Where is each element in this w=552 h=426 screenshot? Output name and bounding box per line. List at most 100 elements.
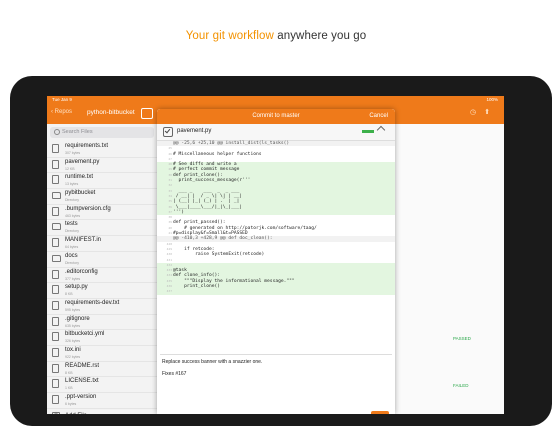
file-icon [52, 285, 59, 295]
file-name: tox.ini [65, 346, 81, 353]
file-name: requirements.txt [65, 143, 109, 149]
back-button[interactable]: ‹ Repos [51, 109, 72, 115]
file-name: requirements-dev.txt [65, 299, 120, 306]
file-icon [52, 269, 59, 279]
file-size: 12 KB [65, 166, 75, 171]
search-placeholder: Search Files [62, 129, 93, 135]
repo-title: python-bitbucket [87, 109, 135, 116]
file-name: LICENSE.txt [65, 378, 99, 385]
file-size: 463 bytes [65, 213, 81, 218]
marketing-headline: Your git workflow anywhere you go [0, 30, 552, 42]
file-row[interactable]: .bumpversion.cfg 463 bytes [47, 205, 157, 221]
search-field[interactable]: Search Files [50, 127, 154, 138]
file-size: 13 bytes [65, 182, 79, 187]
file-icon [52, 300, 59, 310]
file-row[interactable]: pavement.py 12 KB [47, 158, 157, 174]
file-row[interactable]: tests Directory [47, 220, 157, 237]
file-size: 1 KB [65, 386, 73, 391]
file-name: MANIFEST.in [65, 237, 102, 244]
background-passed-text: PASSED [453, 336, 471, 341]
file-name: runtime.txt [65, 174, 94, 181]
file-row[interactable]: .editorconfig 377 bytes [47, 268, 157, 284]
file-row[interactable]: .gitignore 635 bytes [47, 315, 157, 331]
file-icon [52, 332, 59, 342]
folder-icon [52, 254, 61, 262]
file-row[interactable]: tox.ini 922 bytes [47, 346, 157, 362]
file-name: .bumpversion.cfg [65, 205, 111, 212]
commit-message-field[interactable]: Replace success banner with a snazzier o… [160, 354, 392, 405]
file-size: 377 bytes [65, 276, 81, 281]
background-failed-text: FAILED [453, 383, 469, 388]
checkbox-icon[interactable] [163, 127, 173, 137]
headline-accent: Your git workflow [185, 30, 274, 42]
file-size: Directory [65, 229, 80, 234]
file-row[interactable]: README.rst 8 KB [47, 362, 157, 378]
file-name: .editorconfig [65, 268, 98, 275]
file-header[interactable]: pavement.py [157, 124, 395, 141]
file-size: 595 bytes [65, 307, 81, 312]
file-size: 64 bytes [65, 245, 79, 250]
file-icon [52, 144, 59, 153]
file-icon [52, 395, 59, 404]
file-sidebar: Search Files requirements.txt 307 bytes pa… [47, 124, 158, 414]
commit-message-line-2: Fixes #167 [162, 371, 187, 377]
file-size: 307 bytes [65, 151, 81, 155]
file-icon [52, 316, 59, 326]
file-icon [52, 379, 59, 389]
file-row[interactable]: setup.py 8 KB [47, 283, 157, 299]
folder-icon [52, 223, 61, 231]
diff-file-name: pavement.py [177, 128, 212, 134]
file-name: bitbucketci.yml [65, 331, 105, 338]
file-name: setup.py [65, 284, 88, 291]
file-name: .ppt-version [65, 394, 97, 400]
file-icon [52, 238, 59, 248]
file-size: 8 KB [65, 292, 73, 297]
file-row[interactable]: bitbucketci.yml 326 bytes [47, 330, 157, 346]
status-bar: Tue Jan 9 100% [47, 96, 504, 104]
file-row[interactable]: LICENSE.txt 1 KB [47, 377, 157, 393]
search-icon [54, 129, 60, 135]
modal-title: Commit to master [252, 113, 300, 119]
modal-header: Commit to master Cancel [157, 109, 395, 124]
status-battery: 100% [486, 97, 498, 102]
back-label: Repos [54, 109, 73, 115]
headline-rest: anywhere you go [273, 30, 367, 42]
file-row[interactable]: pybitbucket Directory [47, 189, 157, 205]
diff-view[interactable]: @@ -25,6 +25,10 @@ install_dist(ls_tasks… [157, 141, 395, 353]
file-size: Directory [65, 260, 80, 265]
file-icon [52, 175, 59, 185]
file-name: docs [65, 252, 78, 259]
file-name: .gitignore [65, 315, 90, 322]
file-row[interactable]: MANIFEST.in 64 bytes [47, 236, 157, 252]
file-row[interactable]: requirements.txt 307 bytes [47, 142, 157, 158]
file-name: README.rst [65, 362, 100, 369]
file-icon [52, 363, 59, 373]
commit-modal: Commit to master Cancel pavement.py @@ -… [157, 109, 395, 414]
commit-message-line-1: Replace success banner with a snazzier o… [162, 359, 263, 365]
file-row[interactable]: docs Directory [47, 252, 157, 268]
file-size: 922 bytes [65, 354, 81, 359]
app-screen: Tue Jan 9 100% ‹ Repos python-bitbucket … [47, 96, 504, 414]
diff-stat-bar [362, 130, 374, 133]
file-row[interactable]: .ppt-version 6 bytes [47, 393, 157, 409]
file-size: 6 bytes [65, 402, 77, 406]
file-icon [52, 347, 59, 357]
file-size: 326 bytes [65, 339, 81, 344]
file-size: 8 KB [65, 370, 73, 375]
file-icon [52, 159, 59, 169]
file-name: pybitbucket [65, 190, 96, 197]
file-row[interactable]: requirements-dev.txt 595 bytes [47, 299, 157, 315]
chevron-up-icon[interactable] [376, 125, 386, 135]
file-row[interactable]: runtime.txt 13 bytes [47, 173, 157, 190]
file-size: 635 bytes [65, 323, 81, 328]
file-size: Directory [65, 198, 80, 203]
folder-icon[interactable] [141, 108, 153, 119]
cancel-button[interactable]: Cancel [369, 113, 388, 119]
diff-line: 437 [157, 289, 395, 295]
file-icon [52, 206, 59, 216]
file-row[interactable]: Add File... [47, 409, 157, 414]
file-name: tests [65, 221, 78, 228]
file-list: requirements.txt 307 bytes pavement.py 12 K… [47, 142, 157, 414]
status-date: Tue Jan 9 [52, 97, 72, 102]
toolbar-icons[interactable]: ◷⬆ [470, 108, 498, 116]
